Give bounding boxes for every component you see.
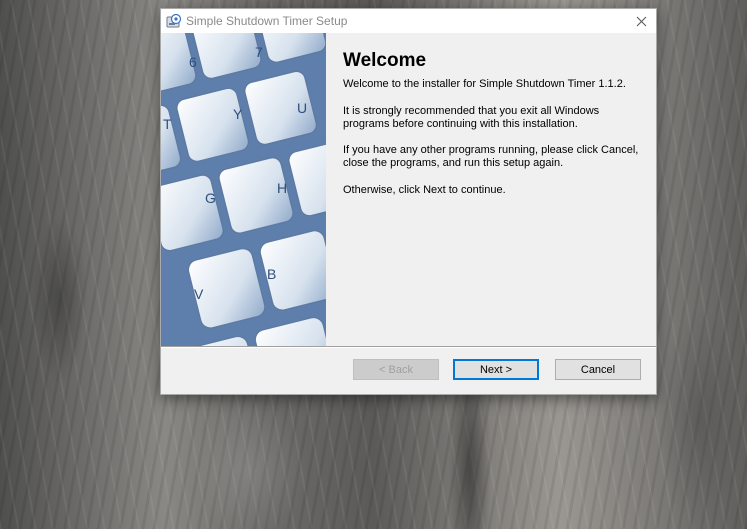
key-label-t: T [163,116,172,132]
keyboard-illustration: 6 7 T Y U G H V B [161,33,326,346]
key-label-y: Y [233,106,243,122]
next-instructions-text: Otherwise, click Next to continue. [343,184,506,196]
key-label-g: G [205,190,216,206]
footer-separator [161,346,656,348]
cancel-button[interactable]: Cancel [555,359,641,380]
key-label-v: V [194,286,204,302]
key-label-u: U [297,100,307,116]
close-icon [636,16,646,26]
window-title: Simple Shutdown Timer Setup [186,14,348,28]
page-title: Welcome [343,50,427,71]
welcome-panel: Welcome Welcome to the installer for Sim… [326,33,656,346]
key-label-7: 7 [255,44,263,60]
welcome-text: Welcome to the installer for Simple Shut… [343,78,626,90]
key-label-h: H [277,180,287,196]
title-bar[interactable]: Simple Shutdown Timer Setup [161,9,656,33]
close-button[interactable] [626,9,656,33]
next-button[interactable]: Next > [453,359,539,380]
installer-icon [166,13,182,28]
setup-dialog: Simple Shutdown Timer Setup 6 7 T Y U G … [160,8,657,395]
back-button[interactable]: < Back [353,359,439,380]
exit-programs-text: It is strongly recommended that you exit… [343,105,600,130]
key-label-b: B [267,266,276,282]
key-label-6: 6 [189,54,197,70]
keyboard-banner-image: 6 7 T Y U G H V B [161,33,326,346]
cancel-instructions-text: If you have any other programs running, … [343,144,639,169]
